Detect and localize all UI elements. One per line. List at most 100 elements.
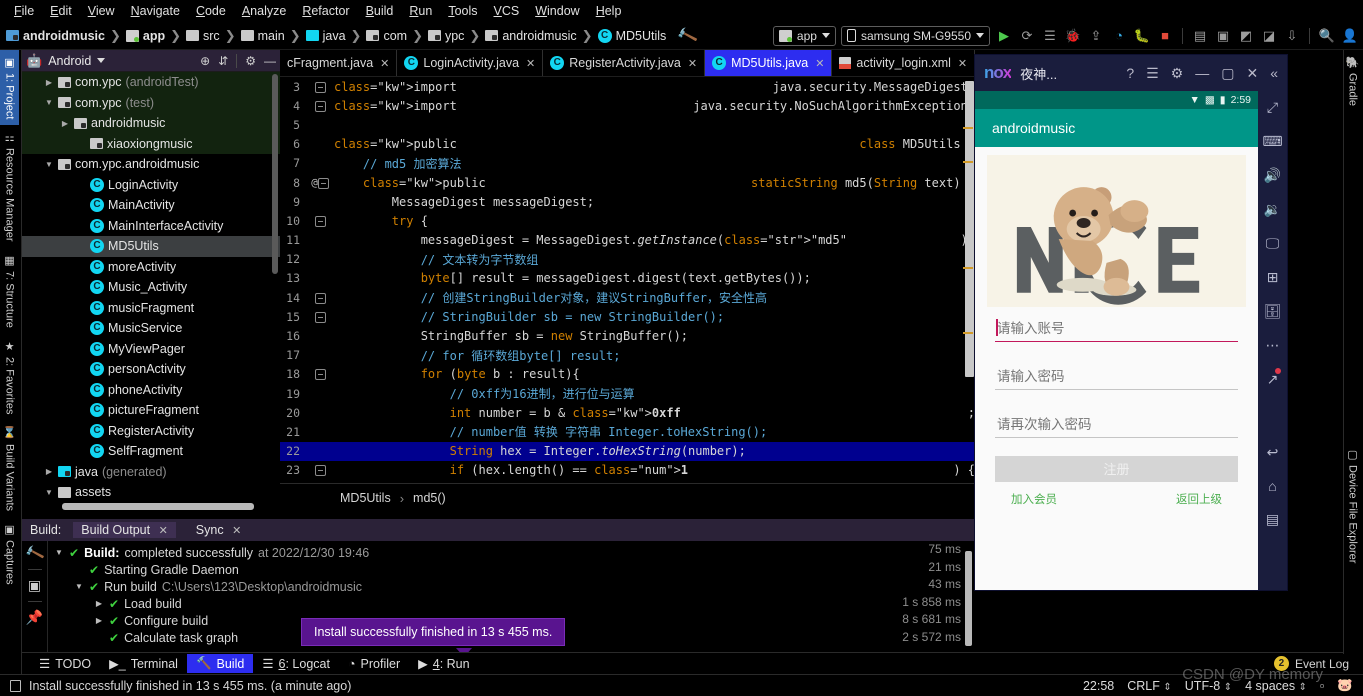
disclosure-arrow-icon[interactable]: ▶ xyxy=(94,599,104,608)
more-icon[interactable]: ⋯ xyxy=(1266,337,1280,354)
tree-node[interactable]: C MyViewPager xyxy=(22,339,280,360)
left-tab-project[interactable]: ▣ 1: Project xyxy=(0,50,19,126)
collapse-all-icon[interactable]: ⇵ xyxy=(218,54,228,68)
project-view-mode-label[interactable]: Android xyxy=(48,54,91,68)
keyboard-icon[interactable]: ⌨ xyxy=(1262,133,1282,150)
layout-inspector-icon[interactable]: ◩ xyxy=(1237,27,1255,45)
breadcrumb-item-androidmusic[interactable]: androidmusic xyxy=(483,28,578,44)
volume-up-icon[interactable]: 🔊 xyxy=(1264,167,1281,184)
bottom-tab-6-logcat[interactable]: ☰ 6: Logcat xyxy=(253,654,339,673)
code-line[interactable]: 12 // 文本转为字节数组 xyxy=(280,250,975,269)
status-line-separator[interactable]: CRLF ⇕ xyxy=(1127,679,1172,693)
editor-tab-registeractivity-java[interactable]: C RegisterActivity.java ✕ xyxy=(543,50,706,76)
breadcrumb-item-ypc[interactable]: ypc xyxy=(426,28,466,44)
build-output-row[interactable]: ▶ ✔ Load build xyxy=(48,595,975,612)
fullscreen-icon[interactable]: ⤢ xyxy=(1267,99,1278,116)
build-output-row[interactable]: ▼ ✔ Run build C:\Users\123\Desktop\androidm… xyxy=(48,578,975,595)
tree-node[interactable]: C SelfFragment xyxy=(22,441,280,462)
close-icon[interactable]: ✕ xyxy=(380,57,389,70)
tree-node[interactable]: ▶ com.ypc (androidTest) xyxy=(22,72,280,93)
build-hammer-icon[interactable]: 🔨 xyxy=(23,543,45,565)
code-line[interactable]: 9 MessageDigest messageDigest; xyxy=(280,192,975,211)
project-tree-hscrollbar[interactable] xyxy=(62,503,254,510)
status-encoding[interactable]: UTF-8 ⇕ xyxy=(1185,679,1232,693)
left-tab-favorites[interactable]: ★ 2: Favorites xyxy=(0,334,19,420)
breadcrumb-item-src[interactable]: src xyxy=(184,28,222,44)
tree-node[interactable]: CpictureFragment xyxy=(22,400,280,421)
code-line[interactable]: 21 // number值 转换 字符串 Integer.toHexString… xyxy=(280,422,975,441)
settings-gear-icon[interactable]: ⚙ xyxy=(1171,65,1184,82)
minimize-icon[interactable]: — xyxy=(1195,65,1209,81)
build-output-row[interactable]: ▼ ✔ Build: completed successfully at 2022/12… xyxy=(48,544,975,561)
code-fold-icon[interactable] xyxy=(314,465,326,477)
menu-item-build[interactable]: Build xyxy=(358,2,402,20)
project-tree-scrollbar[interactable] xyxy=(272,74,278,274)
code-line[interactable]: 22 String hex = Integer.toHexString(numb… xyxy=(280,441,975,461)
code-area[interactable]: 3 class="kw">import java.security.Message… xyxy=(280,77,975,483)
register-button[interactable]: 注册 xyxy=(995,455,1238,482)
volume-down-icon[interactable]: 🔉 xyxy=(1264,201,1281,218)
project-tree[interactable]: ▶ com.ypc (androidTest) ▼ com.ypc (test) ▶ andr… xyxy=(22,72,280,512)
code-fold-icon[interactable] xyxy=(314,81,326,93)
code-gutter[interactable] xyxy=(306,214,334,227)
breadcrumb-item-androidmusic[interactable]: androidmusic xyxy=(4,28,107,44)
close-icon[interactable]: ✕ xyxy=(958,57,967,70)
code-line[interactable]: 3 class="kw">import java.security.Message… xyxy=(280,77,975,96)
code-line[interactable]: 18 for (byte b : result){ xyxy=(280,365,975,384)
home-icon[interactable]: ⌂ xyxy=(1268,478,1276,494)
tree-node[interactable]: ▼ com.ypc (test) xyxy=(22,92,280,113)
bottom-tab-profiler[interactable]: ◔ Profiler xyxy=(339,655,409,673)
settings-gear-icon[interactable]: ⚙ xyxy=(236,53,256,68)
back-icon[interactable]: ↩ xyxy=(1267,444,1279,461)
disclosure-arrow-icon[interactable]: ▼ xyxy=(44,488,54,497)
menu-icon[interactable]: ☰ xyxy=(1146,65,1159,82)
editor-tab-md5utils-java[interactable]: C MD5Utils.java ✕ xyxy=(705,50,833,76)
tab-sync[interactable]: Sync ✕ xyxy=(188,522,250,538)
menu-item-help[interactable]: Help xyxy=(588,2,630,20)
bottom-tab-terminal[interactable]: ▶_ Terminal xyxy=(100,654,187,673)
menu-item-tools[interactable]: Tools xyxy=(440,2,485,20)
code-line[interactable]: 4 class="kw">import java.security.NoSuchA… xyxy=(280,96,975,115)
breadcrumb-item-md5utils[interactable]: C MD5Utils xyxy=(596,28,669,44)
menu-item-navigate[interactable]: Navigate xyxy=(123,2,188,20)
breadcrumb-item-java[interactable]: java xyxy=(304,28,348,44)
tree-node[interactable]: ▶ androidmusic xyxy=(22,113,280,134)
left-tab-captures[interactable]: ▣ Captures xyxy=(0,517,19,591)
code-gutter[interactable] xyxy=(306,99,334,112)
right-tab-device-file-explorer[interactable]: ▢ Device File Explorer xyxy=(1344,442,1361,569)
run-list-icon[interactable]: ☰ xyxy=(1041,27,1059,45)
run-icon[interactable]: ▶ xyxy=(995,27,1013,45)
tree-node[interactable]: ▼ com.ypc.androidmusic xyxy=(22,154,280,175)
disclosure-arrow-icon[interactable]: ▼ xyxy=(44,98,54,107)
apply-changes-icon[interactable]: ⟳ xyxy=(1018,27,1036,45)
code-gutter[interactable] xyxy=(306,80,334,93)
tree-node[interactable]: xiaoxiongmusic xyxy=(22,133,280,154)
code-fold-icon[interactable] xyxy=(314,292,326,304)
breadcrumb-item-app[interactable]: app xyxy=(124,28,167,44)
tree-node[interactable]: C MusicService xyxy=(22,318,280,339)
editor-breadcrumb[interactable]: MD5Utils › md5() xyxy=(280,483,975,512)
disclosure-arrow-icon[interactable]: ▶ xyxy=(44,467,54,476)
code-line[interactable]: 20 int number = b & class="kw">0xff; xyxy=(280,403,975,422)
menu-item-vcs[interactable]: VCS xyxy=(486,2,528,20)
code-gutter[interactable] xyxy=(306,464,334,477)
code-line[interactable]: 19 // 0xff为16进制，进行位与运算 xyxy=(280,384,975,403)
step-icon[interactable]: ⇪ xyxy=(1087,27,1105,45)
status-lock-icon[interactable]: ▫ xyxy=(1320,679,1324,693)
status-inspections-icon[interactable]: 🐷 xyxy=(1337,678,1353,693)
tree-node[interactable]: CmusicFragment xyxy=(22,298,280,319)
menu-item-run[interactable]: Run xyxy=(401,2,440,20)
breadcrumb-item-main[interactable]: main xyxy=(239,28,287,44)
disclosure-arrow-icon[interactable]: ▶ xyxy=(60,119,70,128)
attach-debugger-icon[interactable]: 🐛 xyxy=(1133,27,1151,45)
chevron-down-icon[interactable] xyxy=(97,58,106,63)
event-log-button[interactable]: 2 Event Log xyxy=(1273,656,1363,671)
password-input[interactable] xyxy=(995,367,1238,390)
right-tab-gradle[interactable]: 🐘 Gradle xyxy=(1344,50,1361,112)
menu-item-analyze[interactable]: Analyze xyxy=(234,2,294,20)
profiler-icon[interactable]: ◔ xyxy=(1110,27,1128,45)
menu-item-window[interactable]: Window xyxy=(527,2,587,20)
build-output-scrollbar[interactable] xyxy=(965,551,972,646)
stop-icon[interactable]: ■ xyxy=(1156,27,1174,45)
disclosure-arrow-icon[interactable]: ▶ xyxy=(44,78,54,87)
